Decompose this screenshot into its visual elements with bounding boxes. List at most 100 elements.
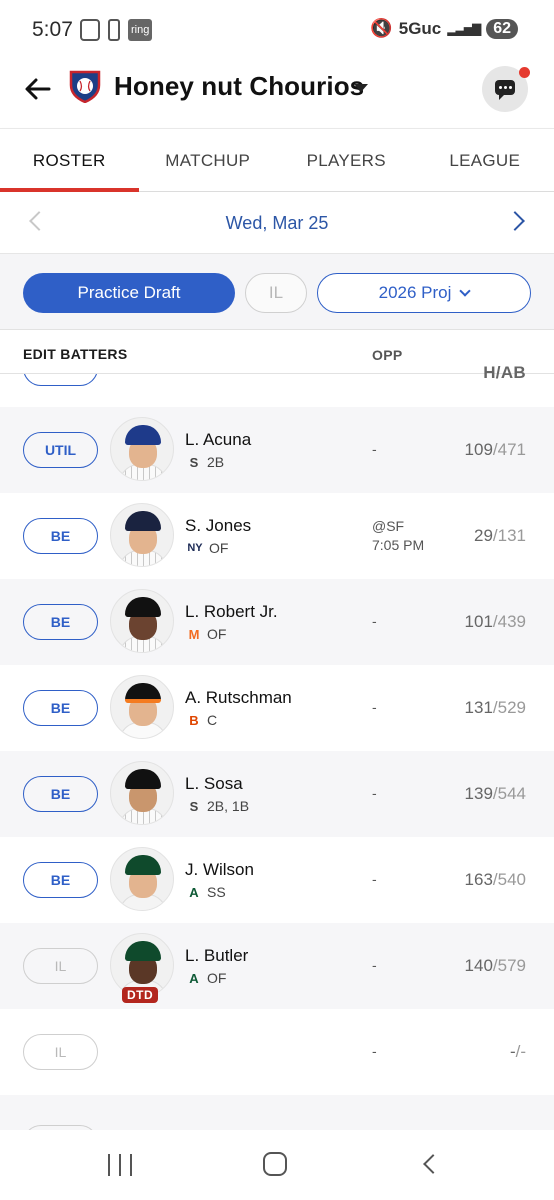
player-avatar[interactable] (110, 675, 174, 739)
player-avatar[interactable] (110, 503, 174, 567)
at-bats: /544 (492, 784, 526, 803)
player-avatar[interactable] (110, 847, 174, 911)
slot-button[interactable]: BE (23, 862, 98, 898)
practice-draft-button[interactable]: Practice Draft (23, 273, 235, 313)
table-row[interactable]: UTIL L. Acuna S 2B - 109/471 (0, 407, 554, 493)
team-dropdown-icon[interactable] (354, 84, 368, 92)
team-logo-icon: S (189, 798, 199, 814)
at-bats: /579 (492, 956, 526, 975)
player-avatar[interactable] (110, 761, 174, 825)
hab-value: 29/131 (474, 526, 526, 546)
player-name[interactable]: J. Wilson (185, 860, 254, 880)
hab-value: 140/579 (465, 956, 526, 976)
team-name[interactable]: Honey nut Chourios (114, 71, 364, 102)
table-row-empty[interactable]: IL - -/- (0, 1009, 554, 1095)
slot-button[interactable]: BE (23, 604, 98, 640)
team-logo-icon: NY (187, 542, 203, 554)
table-header: EDIT BATTERS OPP H/AB (0, 330, 554, 382)
player-name[interactable]: S. Jones (185, 516, 251, 536)
opponent: - (372, 1043, 377, 1059)
table-row[interactable]: BE J. Wilson A SS - 163/540 (0, 837, 554, 923)
il-filter-button[interactable]: IL (245, 273, 307, 313)
player-info: BC (186, 712, 217, 728)
home-icon[interactable] (263, 1152, 287, 1176)
team-logo-icon: A (189, 970, 199, 986)
notification-dot (519, 67, 530, 78)
player-info: NY OF (186, 540, 228, 556)
player-position: 2B, 1B (207, 798, 250, 814)
player-position: OF (209, 540, 229, 556)
player-info: A SS (186, 884, 225, 900)
player-position: OF (207, 970, 227, 986)
at-bats: /540 (492, 870, 526, 889)
tab-bar: ROSTER MATCHUP PLAYERS LEAGUE (0, 128, 554, 192)
app-header: Honey nut Chourios (0, 60, 554, 128)
table-row[interactable]: BE L. Robert Jr. M OF - 101/439 (0, 579, 554, 665)
roster-list: UTIL L. Acuna S 2B - 109/471 BE S. Jones … (0, 374, 554, 1130)
chat-icon (495, 80, 515, 100)
slot-button[interactable]: BE (23, 776, 98, 812)
hits: 109 (464, 440, 493, 459)
hits: 163 (464, 870, 493, 889)
hits: 29 (473, 526, 493, 545)
tab-league[interactable]: LEAGUE (416, 129, 554, 191)
team-logo-icon: S (189, 454, 199, 470)
chat-button[interactable] (482, 66, 530, 112)
opponent: - (372, 871, 377, 887)
status-right: 🔇 5Guc ▂▃▅▇ 62 (370, 18, 518, 39)
player-position: C (207, 712, 218, 728)
game-time: 7:05 PM (372, 537, 425, 553)
system-back-icon[interactable] (423, 1154, 443, 1174)
slot-button[interactable]: IL (23, 1034, 98, 1070)
edit-batters-header[interactable]: EDIT BATTERS (23, 346, 127, 362)
back-arrow-icon (25, 78, 51, 100)
table-row[interactable]: BE A. Rutschman BC - 131/529 (0, 665, 554, 751)
player-info: S 2B (186, 454, 224, 470)
player-avatar[interactable] (110, 417, 174, 481)
ring-icon: ring (128, 19, 153, 41)
player-position: OF (207, 626, 227, 642)
player-name[interactable]: L. Acuna (185, 430, 251, 450)
hab-value: 163/540 (465, 870, 526, 890)
player-name[interactable]: L. Butler (185, 946, 248, 966)
table-row[interactable]: BE S. Jones NY OF @SF 7:05 PM 29/131 (0, 493, 554, 579)
opponent: - (372, 613, 377, 629)
player-info: M OF (186, 626, 227, 642)
mute-icon: 🔇 (370, 18, 393, 38)
date-navigator: Wed, Mar 25 (0, 192, 554, 254)
status-badge: DTD (122, 987, 159, 1003)
opponent: @SF 7:05 PM (372, 517, 424, 555)
table-row-partial (0, 374, 554, 406)
at-bats: /- (515, 1042, 526, 1061)
slot-button[interactable]: BE (23, 690, 98, 726)
opp-header: OPP (372, 347, 403, 363)
status-time: 5:07 (32, 18, 73, 41)
signal-icon: ▂▃▅▇ (447, 21, 481, 36)
player-info: S 2B, 1B (186, 798, 249, 814)
table-row-partial (0, 1095, 554, 1130)
back-button[interactable] (22, 73, 54, 105)
player-avatar[interactable] (110, 589, 174, 653)
opponent: - (372, 957, 377, 973)
slot-button[interactable]: BE (23, 518, 98, 554)
hits: 131 (464, 698, 493, 717)
tab-roster[interactable]: ROSTER (0, 129, 139, 192)
table-row[interactable]: BE L. Sosa S 2B, 1B - 139/544 (0, 751, 554, 837)
player-name[interactable]: L. Sosa (185, 774, 243, 794)
hits: 101 (464, 612, 493, 631)
team-logo-icon: M (188, 626, 200, 642)
table-row[interactable]: IL DTD L. Butler A OF - 140/579 (0, 923, 554, 1009)
player-name[interactable]: A. Rutschman (185, 688, 292, 708)
projection-select[interactable]: 2026 Proj (317, 273, 531, 313)
at-bats: /471 (492, 440, 526, 459)
current-date[interactable]: Wed, Mar 25 (0, 213, 554, 234)
slot-button[interactable]: IL (23, 948, 98, 984)
player-name[interactable]: L. Robert Jr. (185, 602, 278, 622)
tab-players[interactable]: PLAYERS (277, 129, 416, 191)
player-info: A OF (186, 970, 226, 986)
tab-matchup[interactable]: MATCHUP (139, 129, 278, 191)
slot-button[interactable] (23, 374, 98, 386)
team-logo-icon: B (189, 712, 199, 728)
recents-icon[interactable] (108, 1154, 132, 1176)
slot-button[interactable]: UTIL (23, 432, 98, 468)
